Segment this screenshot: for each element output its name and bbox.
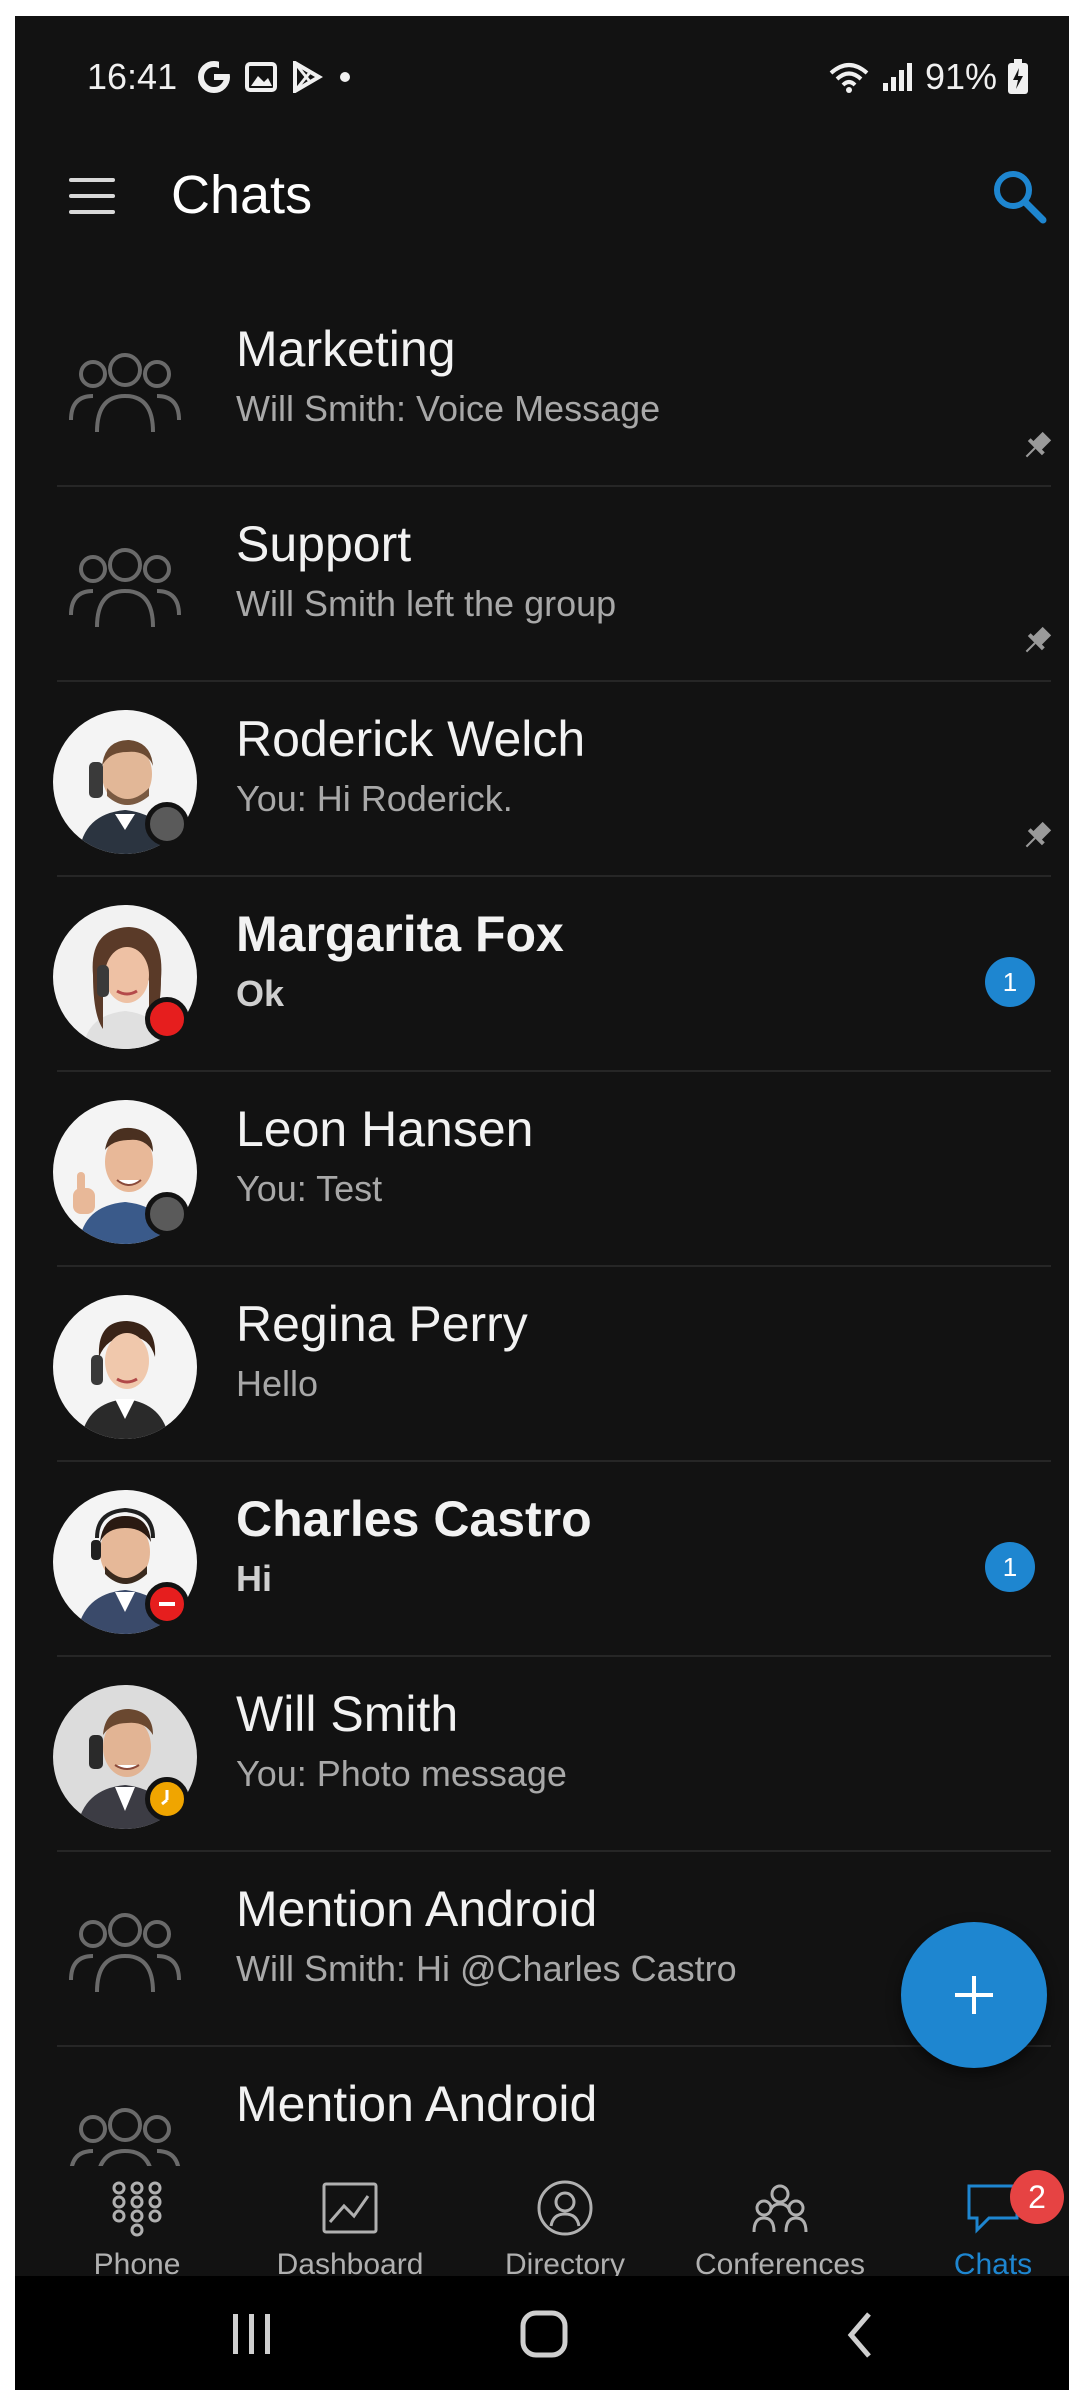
chat-title: Charles Castro: [236, 1491, 592, 1547]
chat-row-marketing[interactable]: Marketing Will Smith: Voice Message: [15, 292, 1069, 487]
directory-icon: [537, 2180, 593, 2236]
chat-preview: Hi: [236, 1558, 272, 1599]
chat-preview: Hello: [236, 1363, 319, 1404]
play-store-icon: [293, 61, 323, 93]
status-notification-icons: [197, 60, 353, 94]
chat-row-will-smith[interactable]: Will Smith You: Photo message: [15, 1657, 1069, 1852]
chat-row-support[interactable]: Support Will Smith left the group: [15, 487, 1069, 682]
battery-percent: 91%: [924, 56, 997, 97]
chat-row-regina-perry[interactable]: Regina Perry Hello: [15, 1267, 1069, 1462]
phone-screen: 16:41 91% Chats Marketing Will Smith: Vo…: [15, 16, 1069, 2390]
system-navigation-bar: [15, 2276, 1069, 2390]
chat-title: Mention Android: [236, 2076, 598, 2132]
avatar: [53, 1295, 197, 1439]
page-title: Chats: [171, 165, 313, 225]
pin-icon: [1025, 821, 1052, 848]
presence-offline-indicator: [145, 1192, 189, 1236]
group-icon: [69, 353, 181, 433]
chat-title: Will Smith: [236, 1686, 459, 1742]
chat-row-margarita-fox[interactable]: Margarita Fox Ok 1: [15, 877, 1069, 1072]
chat-title: Margarita Fox: [236, 906, 564, 962]
chat-list[interactable]: Marketing Will Smith: Voice Message Supp…: [15, 292, 1069, 2182]
chat-preview: Ok: [236, 973, 285, 1014]
chat-title: Roderick Welch: [236, 711, 586, 767]
chat-title: Support: [236, 516, 412, 572]
presence-offline-indicator: [145, 802, 189, 846]
signal-icon: [882, 63, 912, 91]
clock-icon: [161, 1790, 169, 1806]
chat-preview: You: Hi Roderick.: [236, 778, 513, 819]
hamburger-icon: [69, 178, 115, 182]
pin-icon: [1025, 626, 1052, 653]
home-icon[interactable]: [519, 2310, 569, 2358]
conferences-icon: [752, 2184, 808, 2233]
presence-dnd-indicator: [145, 1582, 189, 1626]
chat-row-roderick-welch[interactable]: Roderick Welch You: Hi Roderick.: [15, 682, 1069, 877]
chat-title: Regina Perry: [236, 1296, 528, 1352]
presence-away-indicator: [145, 1777, 189, 1821]
google-icon: [198, 61, 231, 93]
dashboard-icon: [322, 2182, 378, 2234]
chat-preview: You: Test: [236, 1168, 383, 1209]
pin-icon: [1025, 431, 1052, 458]
gallery-icon: [245, 62, 277, 92]
back-icon[interactable]: [843, 2310, 877, 2360]
chat-preview: You: Photo message: [236, 1753, 567, 1794]
app-bar: Chats: [15, 136, 1069, 256]
new-chat-button[interactable]: [901, 1922, 1047, 2068]
recent-apps-icon[interactable]: [227, 2312, 277, 2356]
wifi-icon: [829, 63, 869, 93]
more-notifications-dot-icon: [340, 72, 350, 82]
chat-preview: Will Smith left the group: [236, 583, 617, 624]
nav-unread-badge: 2: [1010, 2170, 1064, 2224]
chat-title: Marketing: [236, 321, 456, 377]
chat-title: Mention Android: [236, 1881, 598, 1937]
status-bar: 16:41 91%: [15, 16, 1069, 136]
chat-preview: Will Smith: Hi @Charles Castro: [236, 1948, 737, 1989]
chat-row-leon-hansen[interactable]: Leon Hansen You: Test: [15, 1072, 1069, 1267]
search-icon[interactable]: [987, 164, 1051, 228]
dialpad-icon: [112, 2181, 162, 2237]
menu-button[interactable]: [61, 174, 121, 220]
group-icon: [69, 1913, 181, 1993]
unread-badge: 1: [985, 957, 1035, 1007]
status-right-cluster: 91%: [827, 56, 1029, 98]
group-icon: [69, 548, 181, 628]
status-time: 16:41: [87, 56, 178, 97]
presence-busy-indicator: [145, 997, 189, 1041]
chat-title: Leon Hansen: [236, 1101, 534, 1157]
battery-charging-icon: [1008, 59, 1028, 94]
chat-row-charles-castro[interactable]: Charles Castro Hi 1: [15, 1462, 1069, 1657]
chat-row-mention-android-2[interactable]: Mention Android: [15, 2047, 1069, 2182]
chat-preview: Will Smith: Voice Message: [236, 388, 661, 429]
unread-badge: 1: [985, 1542, 1035, 1592]
